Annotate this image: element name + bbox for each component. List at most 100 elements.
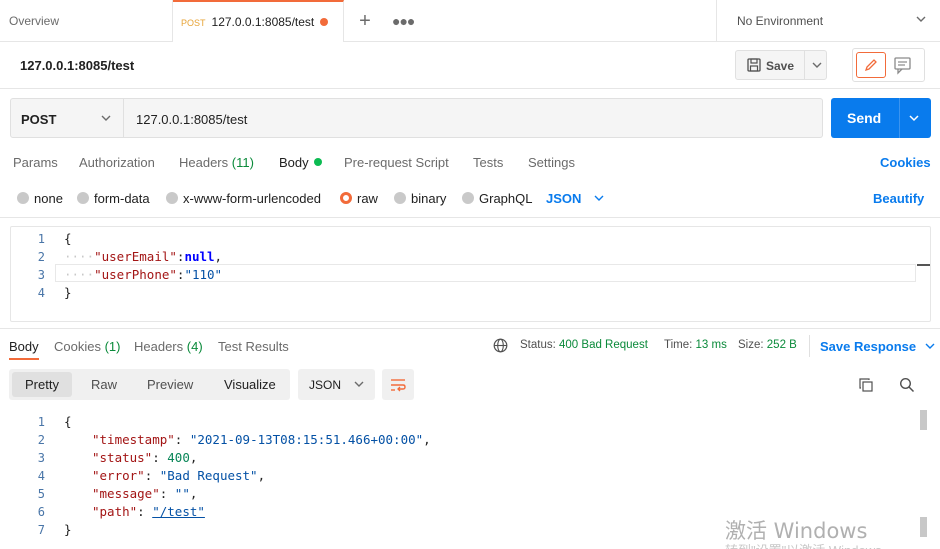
send-button-label: Send bbox=[847, 110, 882, 126]
tab-settings[interactable]: Settings bbox=[528, 155, 575, 170]
search-icon[interactable] bbox=[899, 377, 915, 393]
send-button[interactable]: Send bbox=[831, 98, 931, 138]
save-button[interactable]: Save bbox=[735, 50, 827, 80]
response-time[interactable]: Time: 13 ms bbox=[664, 339, 727, 351]
json-value: "" bbox=[174, 486, 190, 501]
response-size[interactable]: Size: 252 B bbox=[738, 339, 797, 351]
activation-watermark-sub: 转到"设置"以激活 Windows。 bbox=[725, 540, 895, 549]
json-key: "status" bbox=[92, 450, 153, 465]
send-divider bbox=[899, 98, 900, 138]
radio-form-data-label: form-data bbox=[94, 191, 150, 206]
response-tab-body[interactable]: Body bbox=[9, 339, 39, 354]
save-response-button[interactable]: Save Response bbox=[820, 339, 936, 354]
tab-tests[interactable]: Tests bbox=[473, 155, 503, 170]
pencil-icon bbox=[864, 59, 877, 72]
tab-overview[interactable]: Overview bbox=[0, 0, 173, 42]
line-number: 3 bbox=[37, 451, 45, 465]
code-line: "status": 400, bbox=[92, 450, 198, 465]
radio-form-data[interactable]: form-data bbox=[77, 191, 150, 206]
scroll-marker bbox=[917, 264, 930, 266]
edit-mode-button[interactable] bbox=[856, 52, 886, 78]
response-format-select[interactable]: JSON bbox=[298, 369, 375, 400]
line-number: 1 bbox=[37, 232, 45, 246]
radio-binary-label: binary bbox=[411, 191, 447, 206]
tab-prerequest-script[interactable]: Pre-request Script bbox=[344, 155, 449, 170]
view-preview-button[interactable]: Preview bbox=[147, 377, 193, 392]
view-raw-button[interactable]: Raw bbox=[91, 377, 117, 392]
save-response-label: Save Response bbox=[820, 339, 917, 354]
tab-body[interactable]: Body bbox=[279, 155, 322, 170]
line-number: 6 bbox=[37, 505, 45, 519]
method-select[interactable]: POST bbox=[10, 98, 124, 138]
response-status[interactable]: Status: 400 Bad Request bbox=[520, 339, 648, 351]
code-line: } bbox=[64, 285, 72, 300]
url-input[interactable]: 127.0.0.1:8085/test bbox=[124, 98, 823, 138]
json-link-value[interactable]: "/test" bbox=[152, 504, 205, 519]
scrollbar-thumb[interactable] bbox=[920, 410, 927, 430]
radio-graphql[interactable]: GraphQL bbox=[462, 191, 532, 206]
tab-method-label: POST bbox=[181, 18, 206, 28]
radio-circle-selected bbox=[340, 192, 352, 204]
radio-circle bbox=[77, 192, 89, 204]
chevron-down-icon bbox=[925, 343, 935, 349]
time-value: 13 ms bbox=[695, 339, 727, 351]
status-label: Status: bbox=[520, 339, 556, 351]
environment-select[interactable]: No Environment bbox=[716, 0, 940, 42]
divider bbox=[0, 328, 940, 329]
json-key: "timestamp" bbox=[92, 432, 175, 447]
code-line: ····"userEmail":null, bbox=[64, 249, 223, 264]
chevron-down-icon bbox=[594, 195, 604, 201]
wrap-lines-icon bbox=[391, 379, 406, 392]
radio-none-label: none bbox=[34, 191, 63, 206]
line-number: 4 bbox=[37, 469, 45, 483]
more-tabs-icon[interactable]: ●●● bbox=[392, 13, 415, 29]
tab-headers-label: Headers bbox=[179, 155, 229, 170]
radio-raw-label: raw bbox=[357, 191, 378, 206]
active-tab-underline bbox=[9, 358, 39, 360]
radio-none[interactable]: none bbox=[17, 191, 63, 206]
response-tab-test-results[interactable]: Test Results bbox=[218, 339, 289, 354]
line-number: 5 bbox=[37, 487, 45, 501]
json-key: "path" bbox=[92, 504, 138, 519]
time-label: Time: bbox=[664, 339, 693, 351]
chevron-down-icon bbox=[101, 115, 111, 121]
size-label: Size: bbox=[738, 339, 764, 351]
radio-binary[interactable]: binary bbox=[394, 191, 446, 206]
request-title: 127.0.0.1:8085/test bbox=[20, 58, 135, 73]
environment-label: No Environment bbox=[737, 14, 824, 28]
copy-icon[interactable] bbox=[858, 377, 874, 393]
tab-params[interactable]: Params bbox=[13, 155, 58, 170]
scrollbar-thumb[interactable] bbox=[920, 517, 927, 537]
tab-request-active[interactable]: POST 127.0.0.1:8085/test bbox=[173, 0, 344, 42]
brace: { bbox=[64, 231, 72, 246]
body-format-select[interactable]: JSON bbox=[546, 191, 605, 206]
new-tab-plus-icon[interactable]: + bbox=[355, 10, 375, 33]
tab-headers[interactable]: Headers (11) bbox=[179, 155, 254, 170]
response-tab-headers[interactable]: Headers (4) bbox=[134, 339, 203, 354]
response-tab-cookies[interactable]: Cookies (1) bbox=[54, 339, 120, 354]
chevron-down-icon[interactable] bbox=[907, 110, 921, 126]
save-icon bbox=[747, 58, 761, 72]
line-number: 4 bbox=[37, 286, 45, 300]
line-number: 2 bbox=[37, 250, 45, 264]
beautify-link[interactable]: Beautify bbox=[873, 191, 924, 206]
radio-raw[interactable]: raw bbox=[340, 191, 378, 206]
tab-authorization[interactable]: Authorization bbox=[79, 155, 155, 170]
view-pretty-button[interactable]: Pretty bbox=[25, 377, 59, 392]
radio-urlencoded[interactable]: x-www-form-urlencoded bbox=[166, 191, 321, 206]
comment-icon[interactable] bbox=[891, 55, 915, 77]
globe-icon[interactable] bbox=[493, 338, 508, 353]
cookies-link[interactable]: Cookies bbox=[880, 155, 931, 170]
chevron-down-icon[interactable] bbox=[810, 57, 824, 73]
code-line: ····"userPhone":"110" bbox=[64, 267, 223, 282]
body-active-dot-icon bbox=[313, 158, 322, 166]
view-visualize-button[interactable]: Visualize bbox=[224, 377, 276, 392]
wrap-lines-button[interactable] bbox=[382, 369, 414, 400]
json-value: "Bad Request" bbox=[159, 468, 258, 483]
json-key: "error" bbox=[92, 468, 145, 483]
radio-circle bbox=[17, 192, 29, 204]
divider bbox=[0, 88, 940, 89]
headers-count: (11) bbox=[231, 155, 254, 170]
unsaved-dot-icon bbox=[320, 18, 328, 26]
code-line: "timestamp": "2021-09-13T08:15:51.466+00… bbox=[92, 432, 431, 447]
